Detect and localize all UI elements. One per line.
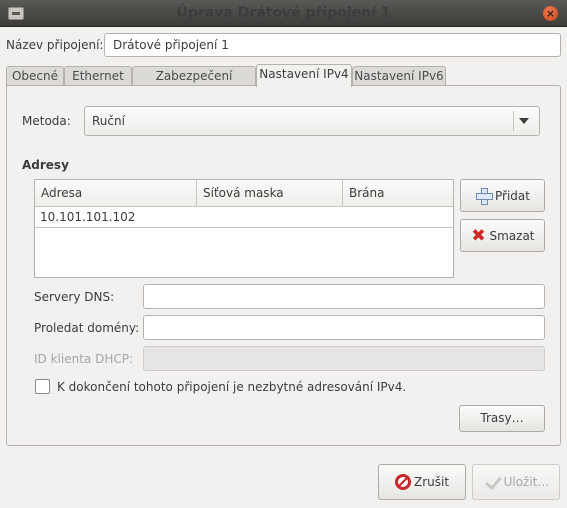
- delete-address-button[interactable]: ✖ Smazat: [460, 219, 545, 252]
- save-label: Uložit…: [503, 475, 550, 489]
- delete-icon: ✖: [471, 225, 486, 246]
- chevron-down-icon: [519, 118, 529, 124]
- checkmark-icon: [483, 473, 501, 491]
- tab-ipv6-settings[interactable]: Nastavení IPv6: [352, 66, 446, 86]
- method-label: Metoda:: [22, 114, 71, 128]
- netmask-cell[interactable]: [197, 207, 343, 227]
- add-address-label: Přidat: [495, 188, 530, 203]
- column-header-netmask[interactable]: Síťová maska: [197, 180, 343, 207]
- cancel-label: Zrušit: [413, 475, 450, 489]
- column-header-gateway[interactable]: Brána: [343, 180, 453, 207]
- addresses-heading: Adresy: [22, 158, 69, 172]
- connection-name-input[interactable]: Drátové připojení 1: [104, 33, 561, 57]
- search-domains-input[interactable]: [143, 315, 545, 340]
- close-button[interactable]: ×: [543, 6, 558, 21]
- addresses-table[interactable]: Adresa Síťová maska Brána 10.101.101.102: [34, 179, 454, 278]
- column-header-address[interactable]: Adresa: [35, 180, 197, 207]
- search-domains-label: Proledat domény:: [34, 321, 140, 335]
- require-ipv4-label[interactable]: K dokončení tohoto připojení je nezbytné…: [57, 379, 406, 395]
- require-ipv4-checkbox[interactable]: [35, 379, 50, 394]
- combo-separator: [513, 111, 514, 131]
- tab-bar: Obecné Ethernet Zabezpečení 802.1x Nasta…: [6, 64, 561, 101]
- tab-ethernet[interactable]: Ethernet: [64, 66, 132, 86]
- connection-name-label: Název připojení:: [6, 38, 104, 52]
- add-address-button[interactable]: Přidat: [460, 179, 545, 212]
- cancel-icon: [394, 474, 411, 490]
- dhcp-client-id-input: [143, 346, 545, 371]
- save-button[interactable]: Uložit…: [472, 464, 560, 500]
- window-title: Úprava Drátové připojení 1: [176, 5, 391, 21]
- tab-general[interactable]: Obecné: [6, 66, 64, 86]
- dns-servers-label: Servery DNS:: [34, 290, 115, 304]
- dns-servers-input[interactable]: [143, 284, 545, 309]
- dhcp-client-id-label: ID klienta DHCP:: [34, 352, 133, 366]
- routes-button[interactable]: Trasy…: [459, 405, 545, 432]
- gateway-cell[interactable]: [343, 207, 453, 227]
- tab-8021x-security[interactable]: Zabezpečení 802.1x: [132, 66, 256, 101]
- tab-ipv4-settings[interactable]: Nastavení IPv4: [256, 64, 352, 87]
- close-icon: ×: [545, 7, 556, 20]
- method-select[interactable]: Ruční: [84, 106, 540, 136]
- table-row[interactable]: 10.101.101.102: [35, 207, 453, 228]
- delete-address-label: Smazat: [489, 228, 535, 243]
- plus-icon: [475, 187, 494, 205]
- cancel-button[interactable]: Zrušit: [378, 464, 466, 500]
- address-cell[interactable]: 10.101.101.102: [35, 207, 197, 227]
